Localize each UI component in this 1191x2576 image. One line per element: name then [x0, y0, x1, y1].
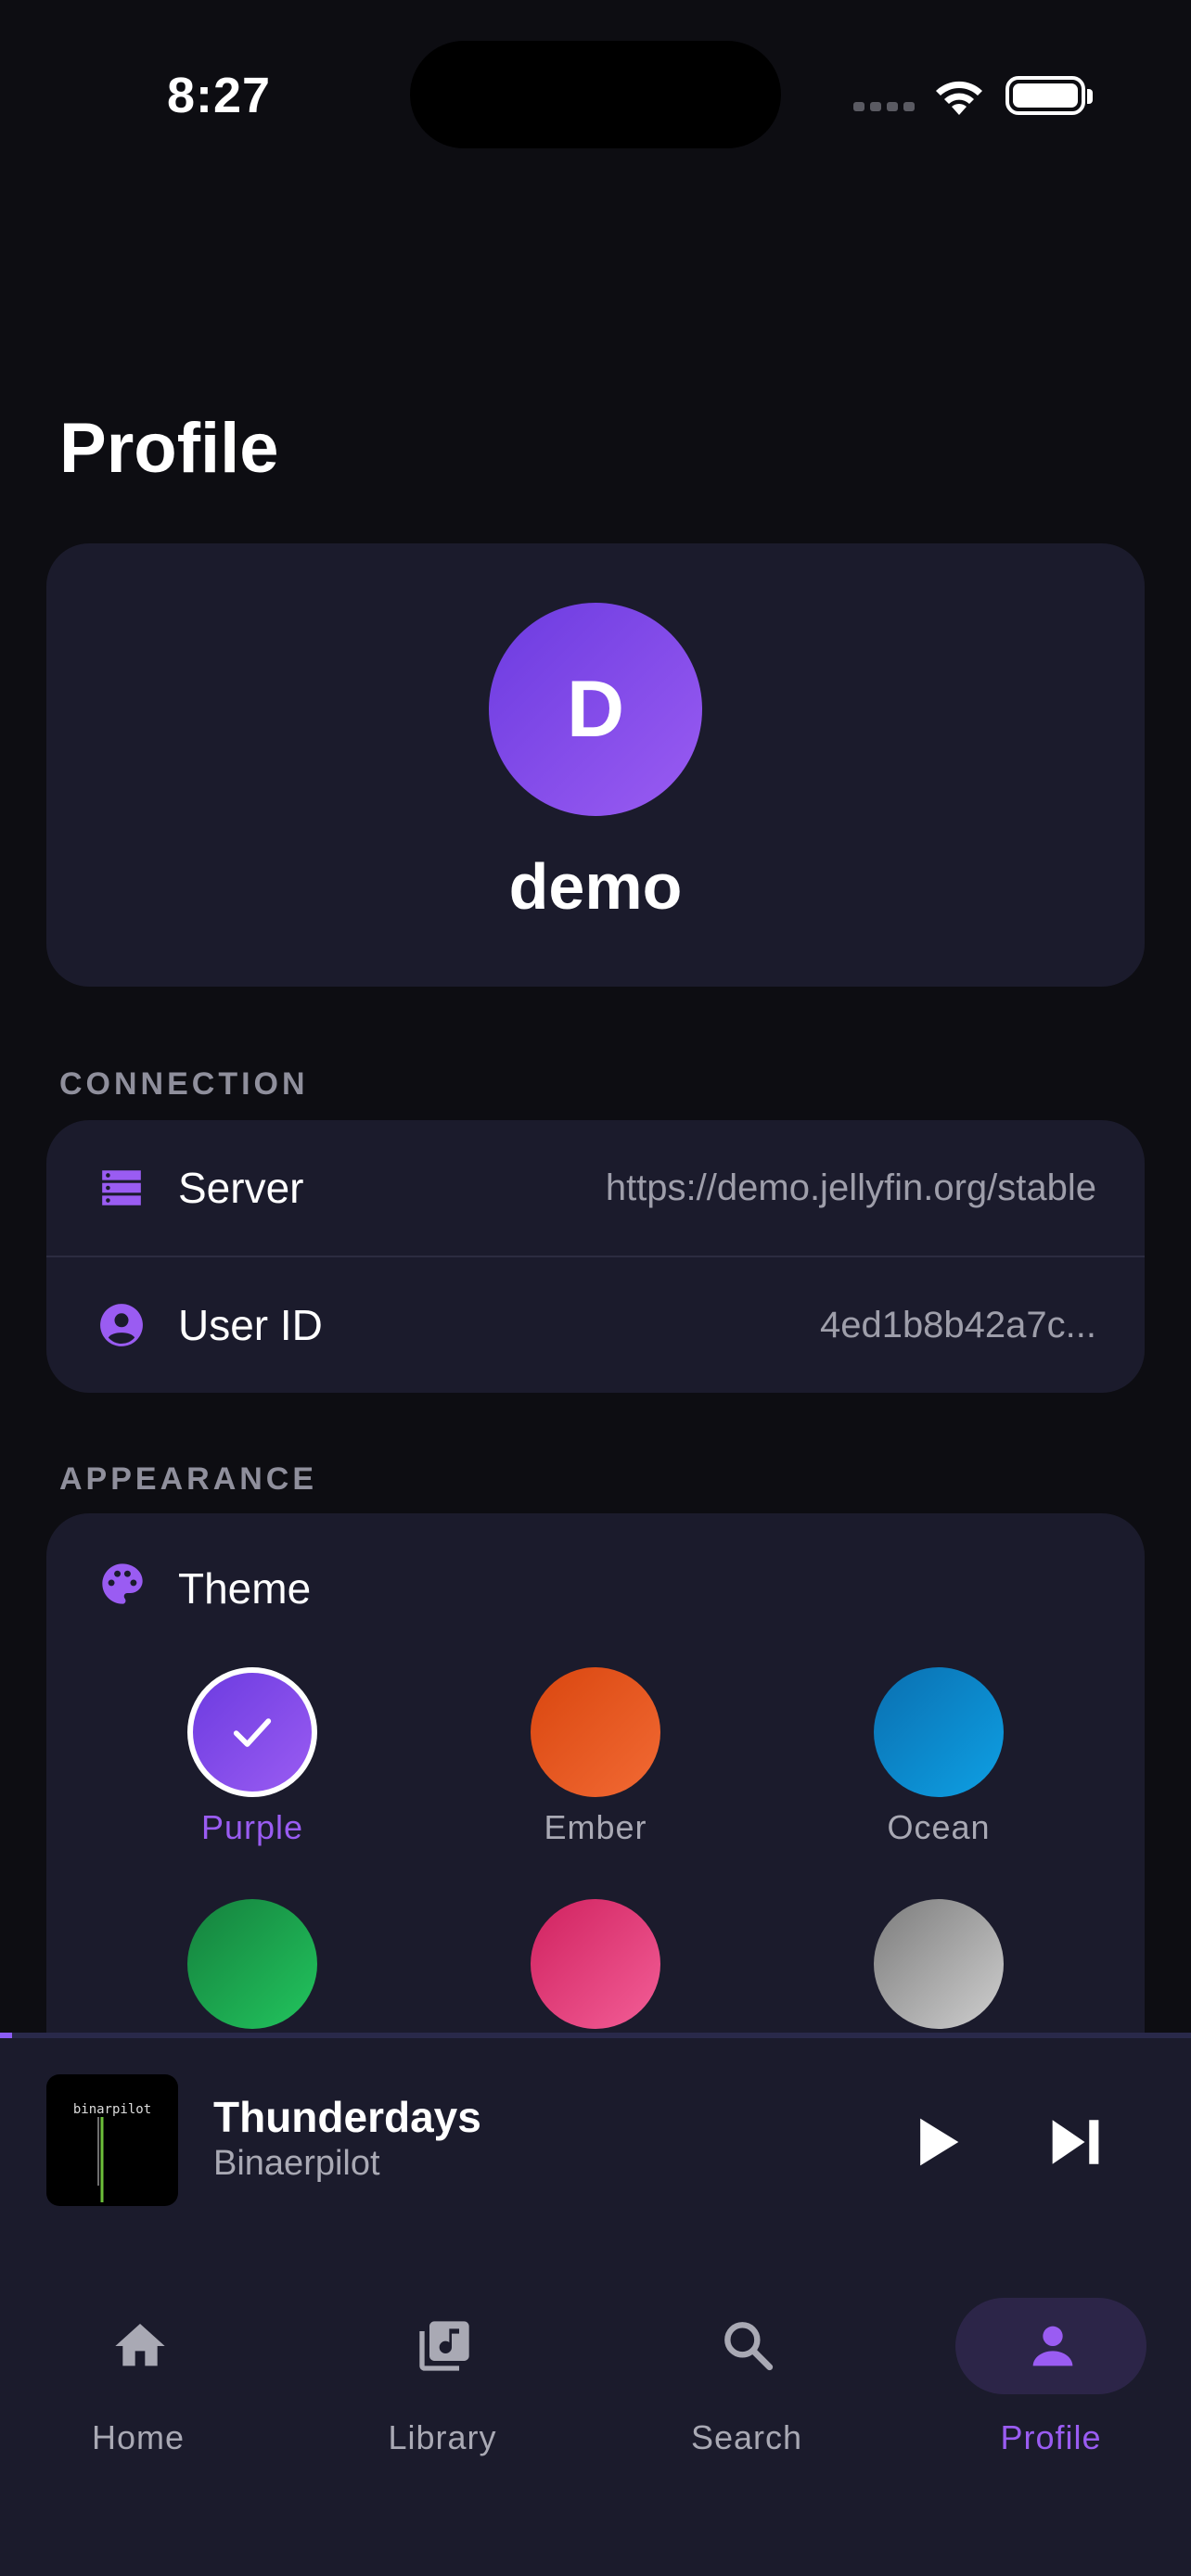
nav-label-library: Library: [388, 2418, 497, 2456]
playback-progress-bar[interactable]: [0, 2033, 1191, 2038]
connection-card: Server https://demo.jellyfin.org/stable …: [46, 1120, 1145, 1393]
theme-header: Theme: [46, 1513, 1145, 1652]
theme-label: Theme: [178, 1564, 312, 1613]
server-icon: [102, 1170, 141, 1205]
home-icon: [115, 2324, 165, 2366]
palette-icon: [102, 1563, 143, 1604]
play-icon[interactable]: [900, 2107, 970, 2177]
theme-swatch-pink[interactable]: [531, 1899, 660, 2029]
theme-swatch-ember[interactable]: [531, 1667, 660, 1797]
user-id-row[interactable]: User ID 4ed1b8b42a7c...: [46, 1257, 1145, 1393]
profile-card: D demo: [46, 543, 1145, 987]
nav-item-home[interactable]: Home: [41, 2279, 236, 2456]
theme-swatch-gray[interactable]: [874, 1899, 1004, 2029]
dynamic-island: [410, 41, 781, 148]
account-circle-icon: [100, 1304, 143, 1346]
nav-label-home: Home: [91, 2418, 186, 2456]
mini-player[interactable]: binarpilot Thunderdays Binaerpilot: [0, 2033, 1191, 2246]
theme-swatch-green[interactable]: [187, 1899, 317, 2029]
page-title: Profile: [59, 409, 279, 488]
status-bar: 8:27: [0, 0, 1191, 185]
user-id-value: 4ed1b8b42a7c...: [819, 1304, 1096, 1345]
connection-section-label: CONNECTION: [59, 1066, 309, 1102]
user-id-label: User ID: [178, 1301, 323, 1349]
theme-label-purple[interactable]: Purple: [141, 1808, 364, 1847]
username: demo: [508, 850, 683, 923]
check-icon: [233, 1718, 272, 1747]
nav-item-profile[interactable]: Profile: [954, 2279, 1148, 2456]
library-music-icon: [419, 2321, 469, 2371]
nav-label-search: Search: [690, 2418, 803, 2456]
theme-swatch-purple[interactable]: [187, 1667, 317, 1797]
server-row[interactable]: Server https://demo.jellyfin.org/stable: [46, 1120, 1145, 1256]
avatar: D: [489, 603, 702, 816]
search-icon: [724, 2322, 774, 2371]
theme-label-ember[interactable]: Ember: [484, 1808, 707, 1847]
track-artist[interactable]: Binaerpilot: [213, 2144, 380, 2184]
status-time: 8:27: [167, 68, 272, 123]
nav-item-search[interactable]: Search: [649, 2279, 844, 2456]
track-title[interactable]: Thunderdays: [213, 2092, 481, 2142]
cellular-signal-icon: [853, 102, 915, 111]
theme-label-ocean[interactable]: Ocean: [827, 1808, 1050, 1847]
nav-item-library[interactable]: Library: [345, 2279, 540, 2456]
skip-next-icon[interactable]: [1041, 2107, 1111, 2177]
server-label: Server: [178, 1164, 304, 1212]
theme-swatch-ocean[interactable]: [874, 1667, 1004, 1797]
nav-label-profile: Profile: [1000, 2418, 1102, 2456]
server-value: https://demo.jellyfin.org/stable: [605, 1167, 1096, 1208]
bottom-navigation: Home Library Search Profile: [0, 2246, 1191, 2576]
person-icon: [1032, 2326, 1073, 2366]
battery-icon: [1005, 76, 1085, 115]
wifi-icon: [936, 81, 982, 115]
appearance-section-label: APPEARANCE: [59, 1461, 318, 1497]
album-art[interactable]: binarpilot: [46, 2074, 178, 2206]
album-art-text: binarpilot: [73, 2102, 151, 2117]
